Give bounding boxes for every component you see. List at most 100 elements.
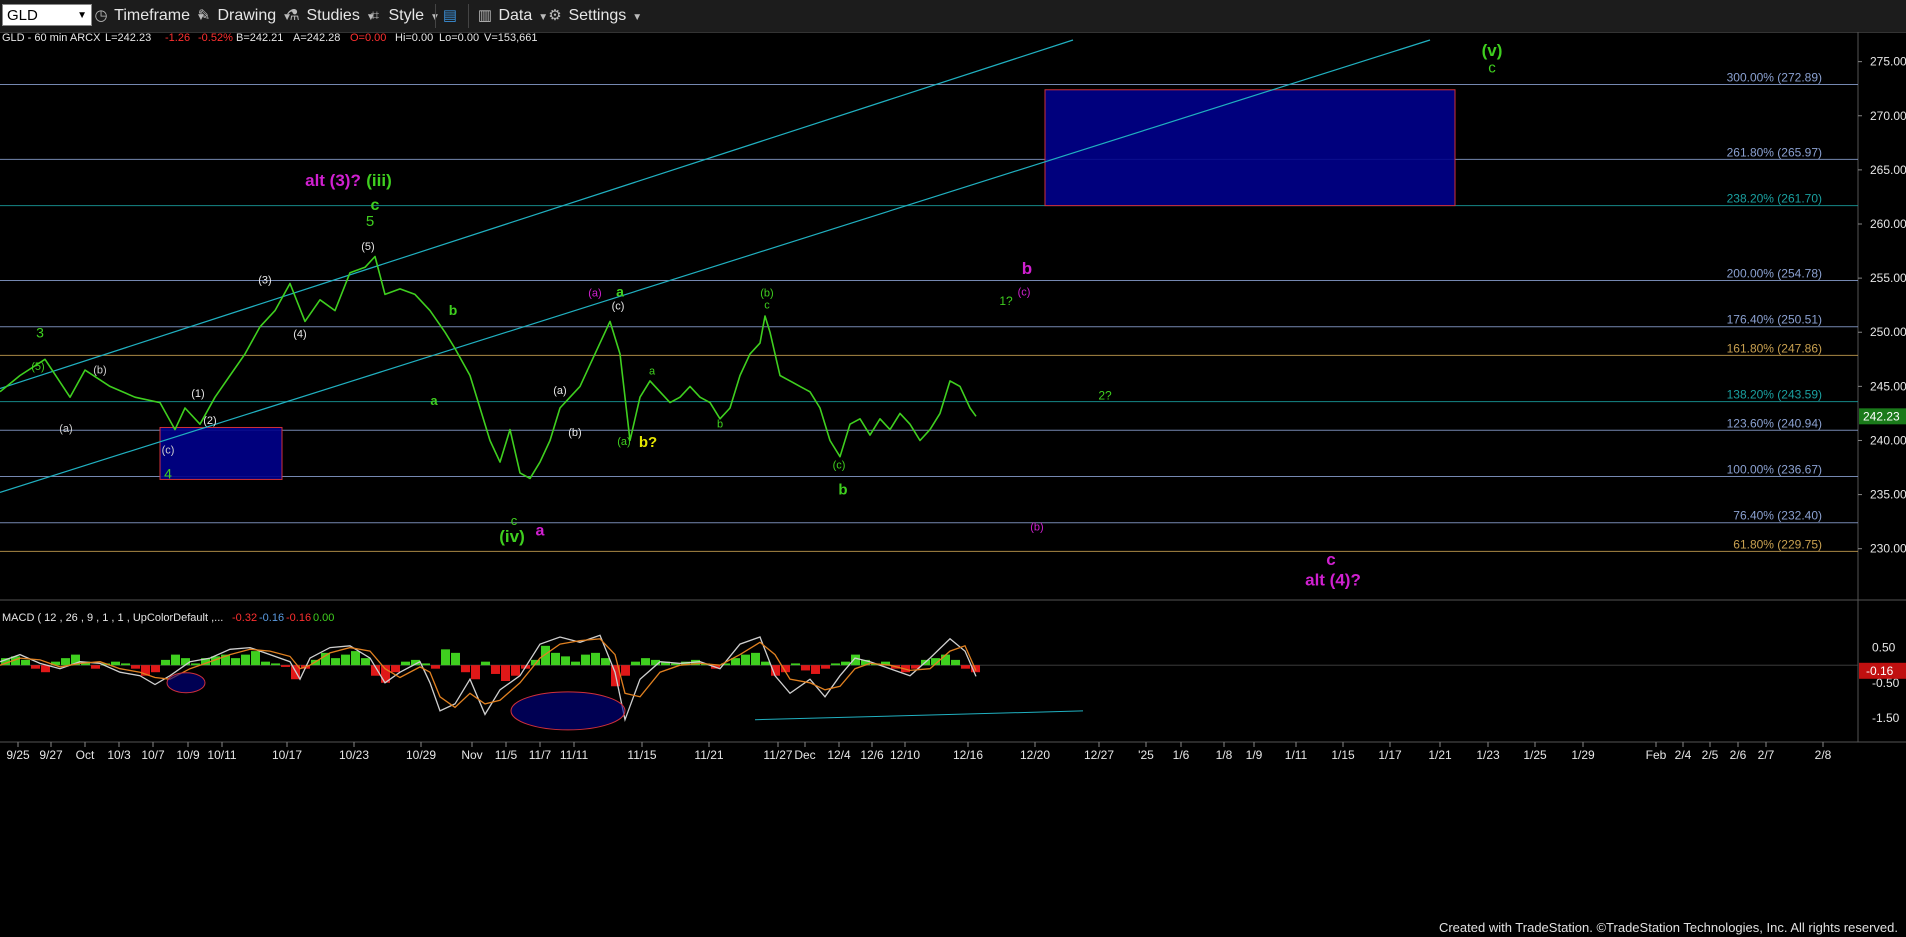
wave-label: (5): [31, 361, 44, 373]
time-tick-label: Dec: [794, 748, 815, 762]
time-tick-label: 10/29: [406, 748, 436, 762]
layout-icon: ▤: [442, 7, 458, 24]
macd-histogram-bar: [31, 665, 40, 669]
time-tick-label: 12/27: [1084, 748, 1114, 762]
time-tick-label: 12/10: [890, 748, 920, 762]
wave-label: b: [717, 418, 723, 430]
macd-histogram-bar: [111, 661, 120, 666]
wave-label: alt (3)?: [305, 171, 361, 190]
time-tick-label: 1/25: [1523, 748, 1547, 762]
time-axis[interactable]: 9/25 9/27 Oct 10/3 10/7 10/9 10/11 10/17 10/23 10…: [6, 742, 1832, 762]
studies-menu[interactable]: ⚗ Studies ▼: [284, 4, 375, 28]
wave-label: (2): [203, 415, 216, 427]
macd-histogram-bar: [91, 665, 100, 669]
macd-histogram-bar: [421, 663, 430, 666]
macd-histogram-bar: [621, 665, 630, 676]
wave-label: (c): [612, 301, 625, 313]
time-tick-label: 10/23: [339, 748, 369, 762]
price-axis[interactable]: 275.00 270.00 265.00 260.00 255.00 250.00 245.…: [1858, 55, 1906, 556]
clock-icon: ◷: [94, 7, 108, 24]
studies-label: Studies: [306, 7, 360, 24]
fib-label: 176.40% (250.51): [1727, 313, 1822, 327]
drawing-menu[interactable]: ✎ Drawing ▼: [195, 4, 292, 28]
wave-label: (a): [617, 436, 630, 448]
time-tick-label: 1/6: [1173, 748, 1190, 762]
wave-label: (iv): [499, 527, 525, 546]
macd-histogram-bar: [561, 656, 570, 666]
time-tick-label: 12/6: [860, 748, 884, 762]
price-tick-label: 240.00: [1870, 433, 1906, 447]
fib-label: 61.80% (229.75): [1733, 537, 1822, 551]
drawing-label: Drawing: [217, 7, 277, 24]
toolbar-divider: [435, 4, 436, 28]
macd-histogram-bar: [351, 651, 360, 666]
chevron-down-icon: ▼: [632, 12, 643, 23]
wave-label: b: [838, 482, 847, 499]
wave-label: (iii): [366, 171, 392, 190]
fib-label: 138.20% (243.59): [1727, 388, 1822, 402]
macd-histogram-bar: [261, 661, 270, 666]
settings-menu[interactable]: ⚙ Settings ▼: [546, 4, 642, 28]
gear-icon: ⚙: [548, 7, 562, 24]
support-zone-box: [159, 426, 283, 480]
wave-label: b: [1022, 259, 1032, 278]
timeframe-menu[interactable]: ◷ Timeframe ▼: [92, 4, 205, 28]
time-tick-label: 2/4: [1675, 748, 1692, 762]
fib-label: 200.00% (254.78): [1727, 266, 1822, 280]
time-tick-label: 1/29: [1571, 748, 1595, 762]
wave-label: b: [449, 302, 458, 318]
time-tick-label: 12/4: [827, 748, 851, 762]
channel-upper: [0, 39, 1074, 390]
wave-label: (5): [361, 241, 374, 253]
macd-histogram-bar: [451, 652, 460, 666]
macd-histogram-bar: [741, 654, 750, 666]
macd-histogram-bar: [591, 652, 600, 666]
wave-label: 3: [36, 325, 44, 341]
price-change: -1.26: [165, 32, 190, 44]
macd-signal-value: -0.16: [259, 612, 284, 624]
time-tick-label: 1/23: [1476, 748, 1500, 762]
macd-histogram-bar: [441, 649, 450, 666]
wave-label: (a): [59, 423, 72, 435]
divergence-ellipse: [510, 691, 626, 731]
macd-histogram-bar: [951, 659, 960, 666]
data-menu[interactable]: ▥ Data ▼: [476, 4, 548, 28]
price-tick-label: 260.00: [1870, 217, 1906, 231]
time-tick-label: 11/7: [529, 748, 552, 762]
wave-label: c: [764, 299, 770, 311]
wave-label: (b): [760, 288, 773, 300]
wave-label: b?: [639, 434, 657, 451]
layout-button[interactable]: ▤: [441, 4, 459, 28]
price-chart[interactable]: GLD - 60 min ARCX L=242.23 -1.26 -0.52% …: [0, 32, 1906, 937]
wave-label: (a): [553, 385, 566, 397]
macd-histogram-bar: [231, 658, 240, 666]
macd-histogram-bar: [761, 661, 770, 666]
macd-histogram-bar: [121, 663, 130, 666]
macd-label: MACD ( 12 , 26 , 9 , 1 , 1 , UpColorDefa…: [2, 612, 223, 624]
wave-label: (b): [93, 364, 106, 376]
time-tick-label: 12/16: [953, 748, 983, 762]
style-menu[interactable]: ⌗ Style▼: [366, 4, 440, 28]
time-tick-label: 10/9: [176, 748, 200, 762]
price-change-pct: -0.52%: [198, 32, 233, 44]
macd-histogram-bar: [831, 663, 840, 666]
time-tick-label: 11/11: [560, 748, 589, 762]
last-price: L=242.23: [105, 32, 151, 44]
macd-histogram-bar: [851, 654, 860, 666]
price-tick-label: 235.00: [1870, 488, 1906, 502]
fib-label: 161.80% (247.86): [1727, 341, 1822, 355]
wave-label: 4: [164, 465, 172, 481]
time-tick-label: 12/20: [1020, 748, 1050, 762]
macd-zero-value: 0.00: [313, 612, 334, 624]
macd-pane[interactable]: MACD ( 12 , 26 , 9 , 1 , 1 , UpColorDefa…: [0, 612, 1906, 731]
macd-histogram-bar: [191, 663, 200, 666]
time-tick-label: 11/27: [763, 748, 792, 762]
fib-label: 300.00% (272.89): [1727, 70, 1822, 84]
wave-label: alt (4)?: [1305, 571, 1361, 590]
macd-histogram-bar: [171, 654, 180, 666]
macd-tick-label: -1.50: [1872, 711, 1900, 725]
symbol-selector[interactable]: GLD ▼: [2, 4, 92, 26]
target-boxes: [159, 89, 1456, 480]
wave-label: a: [430, 393, 438, 408]
macd-histogram-bar: [21, 659, 30, 666]
